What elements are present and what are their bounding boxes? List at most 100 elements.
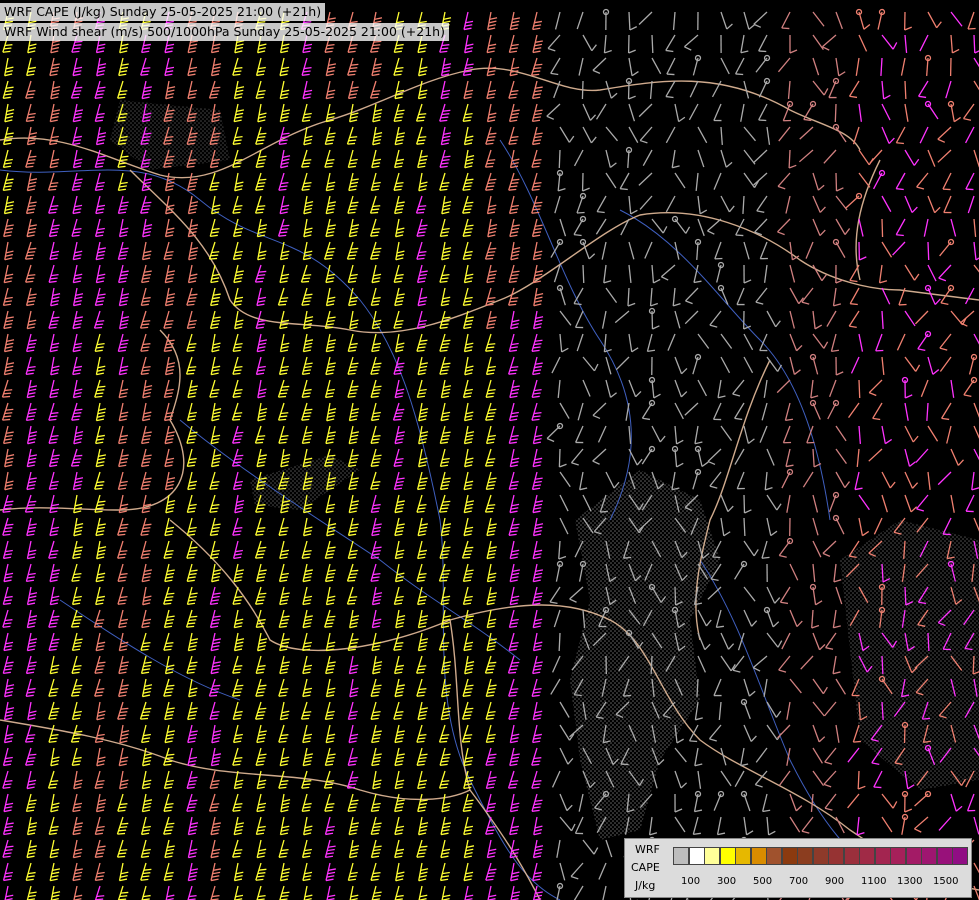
wind-barb: [531, 678, 542, 697]
wind-barb: [3, 885, 14, 900]
wind-barb: [715, 609, 724, 629]
wind-barb: [509, 379, 520, 399]
wind-barb: [279, 195, 290, 215]
wind-barb: [532, 563, 544, 583]
wind-barb: [628, 264, 632, 283]
wind-barb: [325, 425, 336, 445]
wind-barb: [532, 425, 543, 445]
wind-barb: [531, 195, 543, 214]
wind-barb: [417, 287, 428, 307]
legend-tick-label: 700: [789, 876, 809, 887]
wind-barb: [279, 816, 290, 836]
wind-barb: [508, 126, 519, 145]
wind-barb: [300, 264, 312, 283]
wind-barb: [758, 34, 768, 53]
wind-barb: [117, 80, 128, 99]
wind-barb: [509, 563, 521, 583]
wind-barb: [3, 793, 14, 813]
wind-barb: [486, 264, 497, 284]
wind-barb: [485, 126, 497, 145]
wind-barb: [917, 330, 932, 351]
wind-barb: [70, 609, 83, 628]
wind-barb: [96, 747, 106, 767]
wind-barb: [141, 678, 153, 698]
wind-barb: [50, 885, 61, 900]
wind-barb: [439, 356, 451, 375]
wind-barb: [369, 218, 381, 237]
wind-barb: [713, 678, 722, 697]
wind-barb: [254, 195, 266, 214]
wind-barb: [546, 422, 564, 443]
wind-barb: [49, 494, 60, 514]
wind-barb: [605, 356, 612, 375]
wind-barb: [371, 310, 382, 330]
wind-barb: [639, 195, 653, 210]
wind-barb: [603, 264, 612, 284]
wind-barb: [369, 80, 381, 99]
wind-barb: [742, 195, 745, 215]
wind-barb: [463, 425, 475, 445]
wind-barb: [485, 379, 496, 398]
legend-swatch: [766, 847, 782, 865]
wind-barb: [2, 494, 14, 513]
wind-barb: [734, 770, 745, 787]
wind-barb: [463, 471, 474, 491]
wind-barb: [370, 448, 382, 467]
wind-barb: [232, 333, 243, 352]
wind-barb: [210, 632, 221, 652]
wind-barb: [973, 264, 979, 280]
wind-barb: [278, 678, 289, 697]
wind-barb: [973, 218, 977, 237]
wind-barb: [918, 80, 929, 99]
wind-barb: [2, 425, 14, 445]
wind-barb: [812, 57, 820, 76]
wind-barb: [324, 793, 335, 812]
wind-barb: [393, 471, 405, 491]
wind-barb: [486, 80, 497, 100]
wind-barb: [4, 678, 15, 698]
wind-barb: [209, 379, 220, 398]
wind-barb: [302, 724, 313, 744]
wind-barb: [417, 149, 428, 169]
wind-barb: [904, 425, 919, 443]
wind-barb: [438, 494, 451, 513]
wind-barb: [554, 11, 561, 30]
wind-barb: [255, 747, 267, 766]
wind-barb: [856, 816, 865, 836]
wind-barb: [232, 379, 243, 398]
wind-barb: [73, 517, 84, 537]
wind-barb: [901, 813, 909, 835]
wind-barb: [394, 425, 405, 445]
legend-tick-label: 500: [753, 876, 773, 887]
wind-barb: [509, 57, 520, 77]
wind-barb: [671, 445, 684, 468]
wind-barb: [187, 816, 199, 836]
wind-barb: [348, 724, 359, 744]
wind-barb: [164, 448, 175, 468]
wind-barb: [486, 57, 497, 77]
wind-barb: [950, 494, 955, 513]
wind-barb: [393, 264, 404, 284]
wind-barb: [531, 793, 543, 812]
wind-barb: [26, 816, 38, 836]
wind-barb: [347, 57, 359, 76]
wind-barb: [140, 655, 152, 675]
wind-barb: [965, 126, 975, 144]
wind-barb: [301, 287, 313, 306]
wind-barb: [417, 793, 428, 813]
wind-barb: [140, 632, 151, 651]
wind-barb: [823, 770, 837, 788]
legend-swatch: [843, 847, 860, 865]
wind-barb: [950, 379, 955, 398]
wind-barb: [598, 862, 607, 880]
wind-barb: [440, 379, 452, 399]
wind-barb: [416, 494, 427, 513]
wind-barb: [735, 57, 745, 76]
wind-barb: [486, 540, 497, 560]
wind-barb: [347, 862, 358, 882]
wind-barb: [416, 241, 427, 260]
wind-barb: [743, 494, 752, 514]
wind-barb: [49, 517, 60, 537]
wind-barb: [665, 34, 676, 53]
wind-barb: [26, 586, 38, 606]
